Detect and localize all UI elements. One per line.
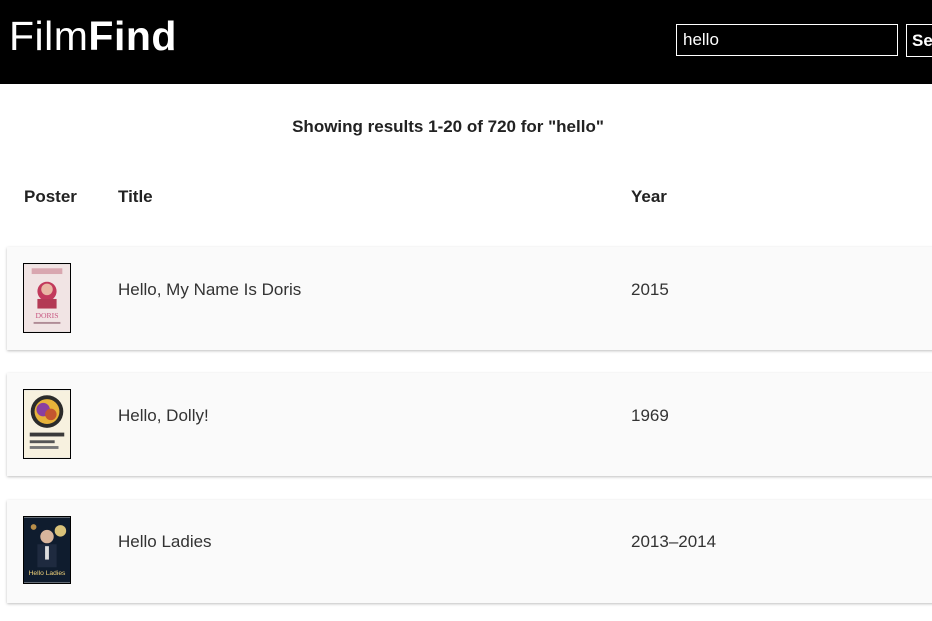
column-header-title: Title: [118, 187, 153, 206]
poster-thumbnail[interactable]: Hello Ladies: [23, 516, 71, 584]
poster-caption: Hello Ladies: [29, 570, 66, 577]
poster-thumbnail[interactable]: [23, 389, 71, 459]
table-row[interactable]: DORIS Hello, My Name Is Doris 2015: [7, 247, 932, 350]
row-title[interactable]: Hello, Dolly!: [118, 406, 209, 426]
poster-image-hello-ladies: Hello Ladies: [24, 517, 70, 583]
table-row[interactable]: Hello, Dolly! 1969: [7, 373, 932, 476]
row-year: 2013–2014: [631, 532, 717, 551]
table-row[interactable]: Hello Ladies Hello Ladies 2013–2014: [7, 500, 932, 603]
poster-caption: DORIS: [36, 311, 59, 320]
column-header-year: Year: [631, 187, 667, 206]
row-title[interactable]: Hello Ladies: [118, 532, 212, 552]
results-summary: Showing results 1-20 of 720 for "hello": [292, 117, 604, 136]
row-year: 2015: [631, 280, 669, 299]
site-logo[interactable]: FilmFind: [9, 12, 177, 60]
row-year: 1969: [631, 406, 669, 425]
poster-thumbnail[interactable]: DORIS: [23, 263, 71, 333]
search-input[interactable]: [676, 24, 898, 56]
site-header: FilmFind Search: [0, 0, 932, 84]
search-button[interactable]: Search: [906, 24, 932, 57]
poster-image-doris: DORIS: [24, 264, 70, 332]
row-title[interactable]: Hello, My Name Is Doris: [118, 280, 301, 300]
logo-bold-text: Find: [88, 13, 177, 59]
column-header-poster: Poster: [24, 187, 77, 206]
logo-light-text: Film: [9, 13, 89, 59]
poster-image-dolly: [24, 390, 70, 458]
